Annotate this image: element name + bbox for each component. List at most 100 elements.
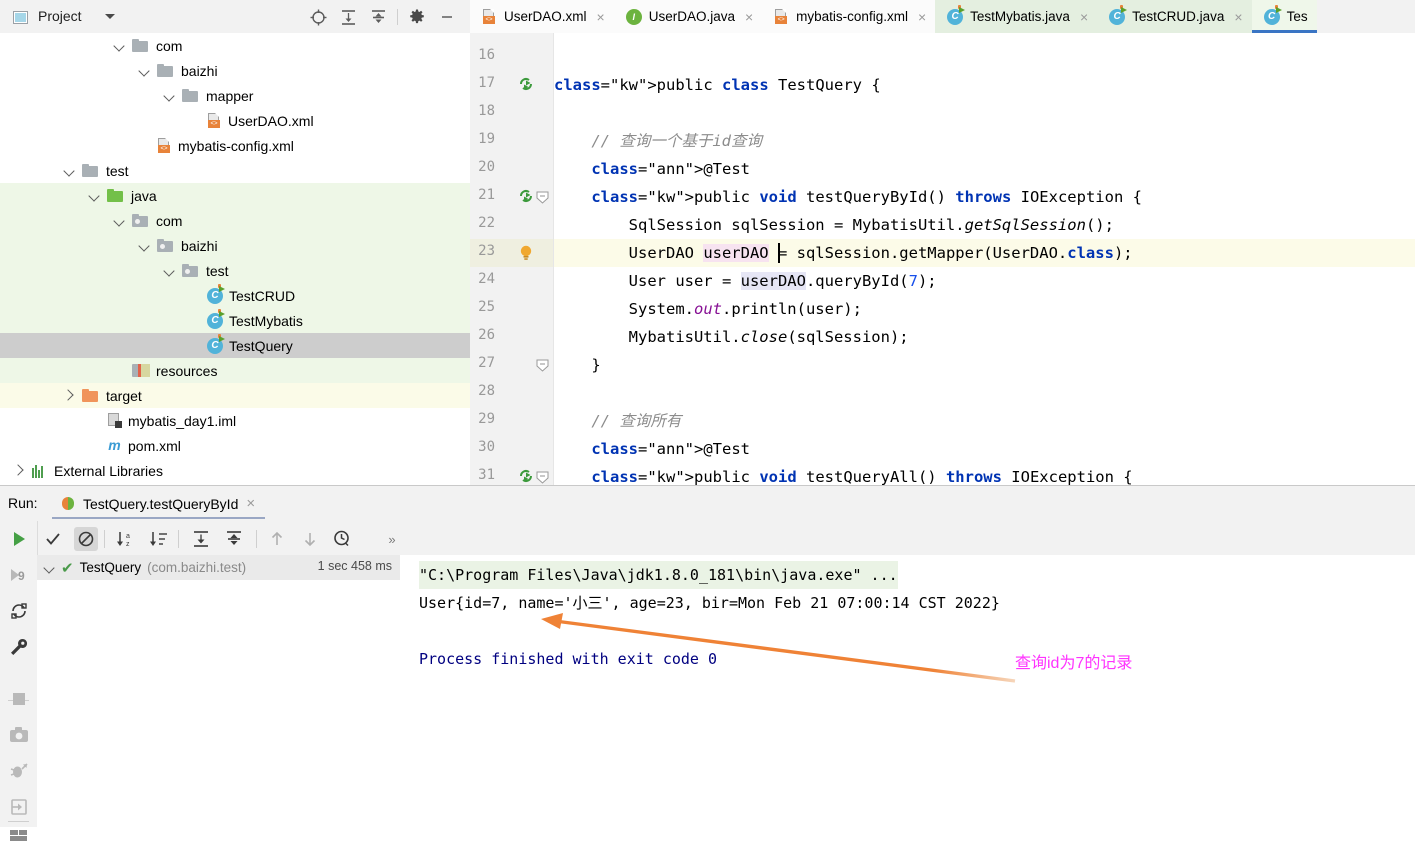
chevron-down-icon[interactable] xyxy=(108,208,132,233)
tree-node-testquery[interactable]: C TestQuery xyxy=(0,333,470,358)
tree-node-java[interactable]: java xyxy=(0,183,470,208)
run-config-icon xyxy=(62,497,75,510)
locate-target-icon[interactable] xyxy=(303,6,333,28)
close-icon[interactable]: × xyxy=(1080,10,1088,24)
code-editor[interactable]: 16 17 18 19 20 21 22 23 24 25 26 27 28 29 30 31 class="… xyxy=(470,33,1415,485)
chevron-right-icon[interactable] xyxy=(58,383,82,408)
rerun-failed-tests-icon[interactable]: 9 xyxy=(0,557,37,593)
close-icon[interactable]: × xyxy=(1234,10,1242,24)
stop-icon[interactable] xyxy=(0,681,37,717)
tree-node-baizhi[interactable]: baizhi xyxy=(0,233,470,258)
chevron-down-icon[interactable] xyxy=(158,83,182,108)
editor-tab-userdao-java[interactable]: I UserDAO.java × xyxy=(613,0,763,33)
code-fold-marker[interactable] xyxy=(536,191,549,204)
rerun-icon[interactable] xyxy=(0,521,37,557)
chevron-down-icon[interactable] xyxy=(58,158,82,183)
close-icon[interactable]: × xyxy=(745,10,753,24)
tree-node-test[interactable]: test xyxy=(0,158,470,183)
chevron-down-icon[interactable] xyxy=(133,233,157,258)
minimize-icon[interactable] xyxy=(432,6,462,28)
editor-tab-label: mybatis-config.xml xyxy=(796,9,908,24)
editor-gutter[interactable]: 16 17 18 19 20 21 22 23 24 25 26 27 28 29 30 31 xyxy=(470,33,554,485)
tree-node-mybatis-config-xml[interactable]: <> mybatis-config.xml xyxy=(0,133,470,158)
run-tab-close-icon[interactable]: × xyxy=(246,495,255,512)
tree-node-userdao-xml[interactable]: <> UserDAO.xml xyxy=(0,108,470,133)
editor-tab-userdao-xml[interactable]: <> UserDAO.xml × xyxy=(470,0,614,33)
run-class-icon[interactable] xyxy=(518,76,536,94)
tree-node-label: mybatis-config.xml xyxy=(178,137,294,154)
tree-node-testcrud[interactable]: C TestCRUD xyxy=(0,283,470,308)
chevron-down-icon[interactable] xyxy=(108,33,132,58)
chevron-down-icon[interactable] xyxy=(158,258,182,283)
console-output[interactable]: "C:\Program Files\Java\jdk1.8.0_181\bin\… xyxy=(401,555,1415,827)
line-number: 29 xyxy=(478,411,495,427)
code-line: MybatisUtil.close(sqlSession); xyxy=(554,328,909,346)
run-method-icon[interactable] xyxy=(518,188,536,206)
code-fold-marker[interactable] xyxy=(536,359,549,372)
resources-folder-icon xyxy=(132,363,150,378)
tree-node-com[interactable]: com xyxy=(0,208,470,233)
line-number: 16 xyxy=(478,47,495,63)
java-test-class-icon: C xyxy=(207,283,225,304)
settings-wrench-icon[interactable] xyxy=(0,629,37,665)
expand-all-icon[interactable] xyxy=(333,6,363,28)
tree-node-mapper[interactable]: mapper xyxy=(0,83,470,108)
sort-alphabetically-icon[interactable]: az xyxy=(114,527,138,551)
test-result-row[interactable]: ✔ TestQuery (com.baizhi.test) 1 sec 458 … xyxy=(37,555,400,580)
project-header-toolbar xyxy=(303,6,462,28)
editor-tab-testcrud-java[interactable]: C TestCRUD.java × xyxy=(1097,0,1252,33)
hide-ignored-icon[interactable] xyxy=(74,527,98,551)
gear-icon[interactable] xyxy=(402,6,432,28)
run-configuration-tab[interactable]: TestQuery.testQueryById × xyxy=(52,486,266,521)
toolbar-divider xyxy=(256,530,257,548)
editor-tab-tes[interactable]: C Tes xyxy=(1251,0,1317,33)
sort-by-duration-icon[interactable] xyxy=(147,527,171,551)
editor-tab-testmybatis-java[interactable]: C TestMybatis.java × xyxy=(935,0,1098,33)
show-passed-icon[interactable] xyxy=(41,527,65,551)
chevron-down-icon[interactable] xyxy=(43,562,55,574)
tree-node-test[interactable]: test xyxy=(0,258,470,283)
tree-node-label: com xyxy=(156,212,183,229)
next-test-icon[interactable] xyxy=(298,527,322,551)
restart-icon[interactable] xyxy=(0,593,37,629)
tree-node-label: test xyxy=(106,162,129,179)
run-method-icon[interactable] xyxy=(518,468,536,485)
intention-bulb-icon[interactable] xyxy=(518,244,536,262)
collapse-all-icon[interactable] xyxy=(363,6,393,28)
debug-icon[interactable] xyxy=(0,753,37,789)
console-line: "C:\Program Files\Java\jdk1.8.0_181\bin\… xyxy=(419,561,898,589)
editor-code-area[interactable]: class="kw">public class TestQuery { // 查… xyxy=(554,33,1415,485)
history-icon[interactable] xyxy=(330,527,354,551)
project-tree[interactable]: com baizhi mapper <> UserDAO.xml <> mybatis-co… xyxy=(0,33,470,485)
collapse-all-icon[interactable] xyxy=(222,527,246,551)
code-fold-marker[interactable] xyxy=(536,471,549,484)
tree-node-resources[interactable]: resources xyxy=(0,358,470,383)
chevron-down-icon[interactable] xyxy=(83,183,107,208)
folder-icon xyxy=(82,163,99,178)
close-icon[interactable]: × xyxy=(597,10,605,24)
tree-node-label: resources xyxy=(156,362,218,379)
chevron-down-icon[interactable] xyxy=(133,58,157,83)
tree-node-com[interactable]: com xyxy=(0,33,470,58)
line-number: 30 xyxy=(478,439,495,455)
line-number: 18 xyxy=(478,103,495,119)
tree-node-testmybatis[interactable]: C TestMybatis xyxy=(0,308,470,333)
project-panel-title[interactable]: Project xyxy=(38,8,82,24)
test-results-tree[interactable]: ✔ TestQuery (com.baizhi.test) 1 sec 458 … xyxy=(37,555,400,827)
screenshot-icon[interactable] xyxy=(0,717,37,753)
project-panel-header: Project xyxy=(0,0,470,34)
prev-test-icon[interactable] xyxy=(265,527,289,551)
line-number: 20 xyxy=(478,159,495,175)
editor-tab-mybatis-config-xml[interactable]: <> mybatis-config.xml × xyxy=(762,0,936,33)
layout-icon[interactable] xyxy=(0,817,37,853)
tree-node-label: pom.xml xyxy=(128,437,181,454)
tree-node-pom-xml[interactable]: m pom.xml xyxy=(0,433,470,458)
more-chevrons-icon[interactable]: » xyxy=(380,527,404,551)
chevron-down-icon[interactable] xyxy=(105,14,115,19)
tree-node-target[interactable]: target xyxy=(0,383,470,408)
tree-node-mybatis-day1-iml[interactable]: mybatis_day1.iml xyxy=(0,408,470,433)
tree-node-baizhi[interactable]: baizhi xyxy=(0,58,470,83)
close-icon[interactable]: × xyxy=(918,10,926,24)
expand-all-icon[interactable] xyxy=(189,527,213,551)
